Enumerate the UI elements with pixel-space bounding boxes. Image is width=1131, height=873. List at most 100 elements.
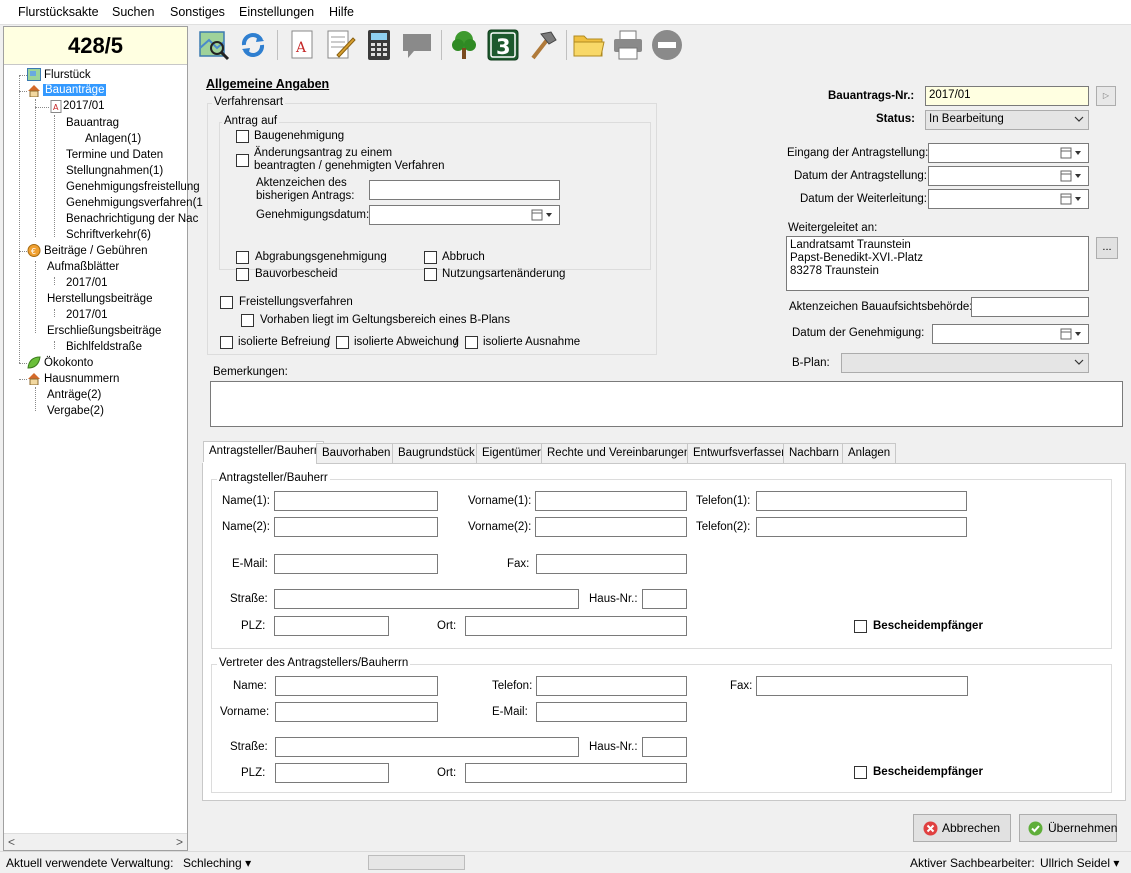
scroll-right-icon[interactable]: > [176, 835, 183, 849]
rep-telefon-input[interactable] [536, 676, 687, 696]
datum-genehmigung-date-picker[interactable] [932, 324, 1089, 344]
tab-rechte[interactable]: Rechte und Vereinbarungen [541, 443, 697, 463]
browse-button[interactable]: ... [1096, 237, 1118, 259]
datum-antrag-date-picker[interactable] [928, 166, 1089, 186]
edit-document-icon[interactable] [323, 28, 357, 62]
aenderungsantrag-checkbox[interactable] [236, 154, 249, 167]
ort-input[interactable] [465, 616, 687, 636]
tab-nachbarn[interactable]: Nachbarn [783, 443, 845, 463]
tree-schriftverkehr[interactable]: Schriftverkehr(6) [66, 229, 151, 241]
tree-genehmigungsfreistellung[interactable]: Genehmigungsfreistellung [66, 181, 200, 193]
calculator-icon[interactable] [362, 28, 396, 62]
isolierte-abweichung-checkbox[interactable] [336, 336, 349, 349]
tab-baugrundstueck[interactable]: Baugrundstück [392, 443, 481, 463]
genehmigungsdatum-picker[interactable] [369, 205, 560, 225]
tree-genehmigungsverfahren[interactable]: Genehmigungsverfahren(1 [66, 197, 203, 209]
calendar-dropdown-icon[interactable] [1060, 328, 1084, 340]
calendar-dropdown-icon[interactable] [1060, 147, 1084, 159]
email-input[interactable] [274, 554, 438, 574]
rep-plz-input[interactable] [275, 763, 389, 783]
menu-hilfe[interactable]: Hilfe [329, 5, 354, 19]
tab-anlagen[interactable]: Anlagen [842, 443, 897, 463]
tree-aufmassblaetter[interactable]: Aufmaßblätter [47, 261, 119, 273]
tab-eigentuemer[interactable]: Eigentümer [476, 443, 547, 463]
minus-circle-icon[interactable] [650, 28, 684, 62]
abgrabung-checkbox[interactable] [236, 251, 249, 264]
scroll-left-icon[interactable]: < [8, 835, 15, 849]
tree-bauantraege[interactable]: Bauanträge [43, 84, 107, 96]
tree-aufmass-year[interactable]: 2017/01 [66, 277, 108, 289]
rep-ort-input[interactable] [465, 763, 687, 783]
tree-herstellungsbeitraege[interactable]: Herstellungsbeiträge [47, 293, 152, 305]
rep-name-input[interactable] [275, 676, 438, 696]
tree-hausnummern[interactable]: Hausnummern [44, 373, 119, 385]
menu-suchen[interactable]: Suchen [112, 5, 154, 19]
folder-icon[interactable] [572, 28, 606, 62]
tab-bauvorhaben[interactable]: Bauvorhaben [316, 443, 397, 463]
horizontal-scrollbar[interactable]: < > [4, 833, 187, 850]
tree-year[interactable]: 2017/01 [63, 100, 105, 112]
verwaltung-dropdown[interactable]: Schleching ▾ [183, 856, 251, 870]
rep-strasse-input[interactable] [275, 737, 579, 757]
map-search-icon[interactable] [197, 28, 231, 62]
hammer-icon[interactable] [525, 28, 559, 62]
rep-hausnr-input[interactable] [642, 737, 687, 757]
tree-vergabe[interactable]: Vergabe(2) [47, 405, 104, 417]
isolierte-ausnahme-checkbox[interactable] [465, 336, 478, 349]
nutzungsart-checkbox[interactable] [424, 268, 437, 281]
next-arrow-button[interactable]: ▷ [1096, 86, 1116, 106]
tab-antragsteller[interactable]: Antragsteller/Bauherr [203, 441, 324, 464]
menu-einstellungen[interactable]: Einstellungen [239, 5, 314, 19]
telefon1-input[interactable] [756, 491, 967, 511]
tree-icon[interactable] [447, 28, 481, 62]
refresh-icon[interactable] [236, 28, 270, 62]
vorname2-input[interactable] [535, 517, 687, 537]
name1-input[interactable] [274, 491, 438, 511]
name2-input[interactable] [274, 517, 438, 537]
status-dropdown[interactable]: In Bearbeitung [925, 110, 1089, 130]
abbruch-checkbox[interactable] [424, 251, 437, 264]
rep-fax-input[interactable] [756, 676, 968, 696]
aktenzeichen-behoerde-input[interactable] [971, 297, 1089, 317]
cancel-button[interactable]: Abbrechen [913, 814, 1011, 842]
bescheidempfaenger-checkbox[interactable] [854, 620, 867, 633]
rep-vorname-input[interactable] [275, 702, 438, 722]
tree-anlagen[interactable]: Anlagen(1) [85, 133, 141, 145]
tree-beitraege[interactable]: Beiträge / Gebühren [44, 245, 148, 257]
rep-bescheidempfaenger-checkbox[interactable] [854, 766, 867, 779]
telefon2-input[interactable] [756, 517, 967, 537]
hausnr-input[interactable] [642, 589, 687, 609]
sachbearbeiter-dropdown[interactable]: Ullrich Seidel ▾ [1040, 856, 1119, 870]
fax-input[interactable] [536, 554, 687, 574]
weitergeleitet-textarea[interactable]: Landratsamt Traunstein Papst-Benedikt-XV… [786, 236, 1089, 291]
tree-erschliessungsbeitraege[interactable]: Erschließungsbeiträge [47, 325, 161, 337]
plz-input[interactable] [274, 616, 389, 636]
tree-termine[interactable]: Termine und Daten [66, 149, 163, 161]
baugenehmigung-checkbox[interactable] [236, 130, 249, 143]
tab-entwurfsverfasser[interactable]: Entwurfsverfasser [687, 443, 792, 463]
menu-sonstiges[interactable]: Sonstiges [170, 5, 225, 19]
tree-oekokonto[interactable]: Ökokonto [44, 357, 93, 369]
calendar-dropdown-icon[interactable] [1060, 193, 1084, 205]
comment-icon[interactable] [400, 28, 434, 62]
aktenzeichen-input[interactable] [369, 180, 560, 200]
strasse-input[interactable] [274, 589, 579, 609]
tree-benachrichtigung[interactable]: Benachrichtigung der Nac [66, 213, 198, 225]
bauantrag-nr-input[interactable]: 2017/01 [925, 86, 1089, 106]
eingang-date-picker[interactable] [928, 143, 1089, 163]
menu-flurstuecksakte[interactable]: Flurstücksakte [18, 5, 99, 19]
tree-antraege[interactable]: Anträge(2) [47, 389, 101, 401]
number-three-icon[interactable]: 3 [486, 28, 520, 62]
tree-stellungnahmen[interactable]: Stellungnahmen(1) [66, 165, 163, 177]
bauvorbescheid-checkbox[interactable] [236, 268, 249, 281]
printer-icon[interactable] [611, 28, 645, 62]
apply-button[interactable]: Übernehmen [1019, 814, 1117, 842]
tree-bauantrag[interactable]: Bauantrag [66, 117, 119, 129]
calendar-dropdown-icon[interactable] [1060, 170, 1084, 182]
rep-email-input[interactable] [536, 702, 687, 722]
freistellung-checkbox[interactable] [220, 296, 233, 309]
weiterleitung-date-picker[interactable] [928, 189, 1089, 209]
tree-bichlfeldstrasse[interactable]: Bichlfeldstraße [66, 341, 142, 353]
isolierte-befreiung-checkbox[interactable] [220, 336, 233, 349]
vorname1-input[interactable] [535, 491, 687, 511]
